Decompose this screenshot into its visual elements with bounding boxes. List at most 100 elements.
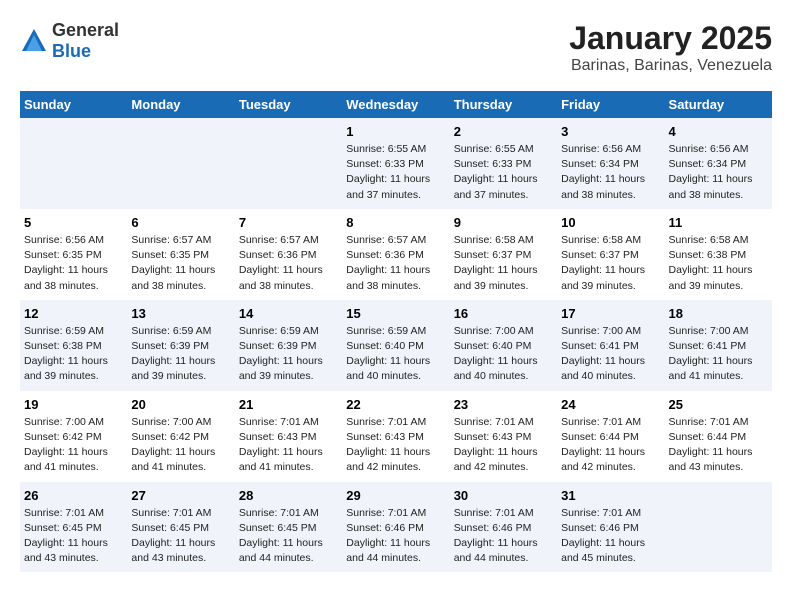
day-info: Sunrise: 7:00 AMSunset: 6:41 PMDaylight:…	[669, 324, 768, 385]
day-info: Sunrise: 6:58 AMSunset: 6:37 PMDaylight:…	[454, 233, 553, 294]
day-number: 4	[669, 124, 768, 139]
day-info: Sunrise: 7:01 AMSunset: 6:44 PMDaylight:…	[561, 415, 660, 476]
day-info: Sunrise: 6:57 AMSunset: 6:36 PMDaylight:…	[239, 233, 338, 294]
day-info: Sunrise: 6:56 AMSunset: 6:34 PMDaylight:…	[561, 142, 660, 203]
day-number: 17	[561, 306, 660, 321]
calendar-cell	[235, 118, 342, 209]
logo: General Blue	[20, 20, 119, 62]
calendar-cell: 19 Sunrise: 7:00 AMSunset: 6:42 PMDayligh…	[20, 391, 127, 482]
day-info: Sunrise: 6:59 AMSunset: 6:40 PMDaylight:…	[346, 324, 445, 385]
calendar-cell: 30 Sunrise: 7:01 AMSunset: 6:46 PMDayligh…	[450, 482, 557, 573]
calendar-cell: 1 Sunrise: 6:55 AMSunset: 6:33 PMDaylight…	[342, 118, 449, 209]
calendar-cell: 21Sunrise: 7:01 AMSunset: 6:43 PMDayligh…	[235, 391, 342, 482]
day-number: 30	[454, 488, 553, 503]
calendar-cell: 18Sunrise: 7:00 AMSunset: 6:41 PMDayligh…	[665, 300, 772, 391]
weekday-header: Tuesday	[235, 91, 342, 118]
logo-text-general: General	[52, 20, 119, 40]
calendar-cell: 10 Sunrise: 6:58 AMSunset: 6:37 PMDayligh…	[557, 209, 664, 300]
day-number: 16	[454, 306, 553, 321]
day-info: Sunrise: 7:01 AMSunset: 6:44 PMDaylight:…	[669, 415, 768, 476]
weekday-header: Wednesday	[342, 91, 449, 118]
day-number: 2	[454, 124, 553, 139]
calendar-cell: 5 Sunrise: 6:56 AMSunset: 6:35 PMDaylight…	[20, 209, 127, 300]
calendar-cell: 15 Sunrise: 6:59 AMSunset: 6:40 PMDayligh…	[342, 300, 449, 391]
day-info: Sunrise: 7:01 AMSunset: 6:46 PMDaylight:…	[454, 506, 553, 567]
day-info: Sunrise: 7:01 AMSunset: 6:43 PMDaylight:…	[346, 415, 445, 476]
day-info: Sunrise: 6:59 AMSunset: 6:39 PMDaylight:…	[239, 324, 338, 385]
day-number: 6	[131, 215, 230, 230]
day-number: 14	[239, 306, 338, 321]
weekday-header: Friday	[557, 91, 664, 118]
calendar-week-row: 26 Sunrise: 7:01 AMSunset: 6:45 PMDayligh…	[20, 482, 772, 573]
calendar-cell: 6 Sunrise: 6:57 AMSunset: 6:35 PMDaylight…	[127, 209, 234, 300]
calendar-cell: 23Sunrise: 7:01 AMSunset: 6:43 PMDayligh…	[450, 391, 557, 482]
day-number: 8	[346, 215, 445, 230]
day-number: 3	[561, 124, 660, 139]
day-info: Sunrise: 6:55 AMSunset: 6:33 PMDaylight:…	[454, 142, 553, 203]
day-number: 21	[239, 397, 338, 412]
day-info: Sunrise: 7:00 AMSunset: 6:41 PMDaylight:…	[561, 324, 660, 385]
day-number: 26	[24, 488, 123, 503]
calendar-cell: 3 Sunrise: 6:56 AMSunset: 6:34 PMDaylight…	[557, 118, 664, 209]
day-info: Sunrise: 7:01 AMSunset: 6:45 PMDaylight:…	[239, 506, 338, 567]
calendar-cell: 8 Sunrise: 6:57 AMSunset: 6:36 PMDaylight…	[342, 209, 449, 300]
day-info: Sunrise: 6:56 AMSunset: 6:35 PMDaylight:…	[24, 233, 123, 294]
calendar-cell: 26 Sunrise: 7:01 AMSunset: 6:45 PMDayligh…	[20, 482, 127, 573]
day-info: Sunrise: 6:58 AMSunset: 6:38 PMDaylight:…	[669, 233, 768, 294]
day-info: Sunrise: 6:56 AMSunset: 6:34 PMDaylight:…	[669, 142, 768, 203]
month-title: January 2025	[569, 20, 772, 57]
calendar-cell: 29 Sunrise: 7:01 AMSunset: 6:46 PMDayligh…	[342, 482, 449, 573]
day-number: 5	[24, 215, 123, 230]
day-number: 11	[669, 215, 768, 230]
day-info: Sunrise: 7:00 AMSunset: 6:42 PMDaylight:…	[24, 415, 123, 476]
day-number: 10	[561, 215, 660, 230]
logo-text-blue: Blue	[52, 41, 91, 61]
calendar-cell: 16 Sunrise: 7:00 AMSunset: 6:40 PMDayligh…	[450, 300, 557, 391]
calendar-cell: 12Sunrise: 6:59 AMSunset: 6:38 PMDayligh…	[20, 300, 127, 391]
calendar-cell: 7 Sunrise: 6:57 AMSunset: 6:36 PMDaylight…	[235, 209, 342, 300]
calendar-cell: 22Sunrise: 7:01 AMSunset: 6:43 PMDayligh…	[342, 391, 449, 482]
day-number: 29	[346, 488, 445, 503]
day-number: 1	[346, 124, 445, 139]
calendar-cell: 17 Sunrise: 7:00 AMSunset: 6:41 PMDayligh…	[557, 300, 664, 391]
weekday-header: Thursday	[450, 91, 557, 118]
calendar-cell: 24 Sunrise: 7:01 AMSunset: 6:44 PMDayligh…	[557, 391, 664, 482]
day-number: 15	[346, 306, 445, 321]
day-number: 24	[561, 397, 660, 412]
weekday-header-row: SundayMondayTuesdayWednesdayThursdayFrid…	[20, 91, 772, 118]
calendar-cell: 9 Sunrise: 6:58 AMSunset: 6:37 PMDaylight…	[450, 209, 557, 300]
calendar-cell	[665, 482, 772, 573]
calendar-cell: 2 Sunrise: 6:55 AMSunset: 6:33 PMDaylight…	[450, 118, 557, 209]
calendar-table: SundayMondayTuesdayWednesdayThursdayFrid…	[20, 91, 772, 572]
day-number: 27	[131, 488, 230, 503]
day-info: Sunrise: 6:58 AMSunset: 6:37 PMDaylight:…	[561, 233, 660, 294]
calendar-cell	[127, 118, 234, 209]
day-number: 31	[561, 488, 660, 503]
calendar-cell: 14 Sunrise: 6:59 AMSunset: 6:39 PMDayligh…	[235, 300, 342, 391]
day-info: Sunrise: 7:00 AMSunset: 6:40 PMDaylight:…	[454, 324, 553, 385]
calendar-cell: 11 Sunrise: 6:58 AMSunset: 6:38 PMDayligh…	[665, 209, 772, 300]
weekday-header: Monday	[127, 91, 234, 118]
calendar-cell: 27Sunrise: 7:01 AMSunset: 6:45 PMDayligh…	[127, 482, 234, 573]
day-number: 7	[239, 215, 338, 230]
day-info: Sunrise: 6:55 AMSunset: 6:33 PMDaylight:…	[346, 142, 445, 203]
day-number: 20	[131, 397, 230, 412]
day-info: Sunrise: 7:00 AMSunset: 6:42 PMDaylight:…	[131, 415, 230, 476]
day-number: 19	[24, 397, 123, 412]
logo-icon	[20, 27, 48, 55]
day-number: 9	[454, 215, 553, 230]
day-info: Sunrise: 6:57 AMSunset: 6:35 PMDaylight:…	[131, 233, 230, 294]
calendar-week-row: 1 Sunrise: 6:55 AMSunset: 6:33 PMDaylight…	[20, 118, 772, 209]
day-number: 25	[669, 397, 768, 412]
calendar-cell: 20 Sunrise: 7:00 AMSunset: 6:42 PMDayligh…	[127, 391, 234, 482]
day-info: Sunrise: 7:01 AMSunset: 6:45 PMDaylight:…	[24, 506, 123, 567]
day-number: 13	[131, 306, 230, 321]
day-info: Sunrise: 6:59 AMSunset: 6:38 PMDaylight:…	[24, 324, 123, 385]
day-info: Sunrise: 7:01 AMSunset: 6:46 PMDaylight:…	[346, 506, 445, 567]
calendar-week-row: 5 Sunrise: 6:56 AMSunset: 6:35 PMDaylight…	[20, 209, 772, 300]
calendar-cell: 28Sunrise: 7:01 AMSunset: 6:45 PMDayligh…	[235, 482, 342, 573]
calendar-cell: 4 Sunrise: 6:56 AMSunset: 6:34 PMDaylight…	[665, 118, 772, 209]
day-info: Sunrise: 6:57 AMSunset: 6:36 PMDaylight:…	[346, 233, 445, 294]
location: Barinas, Barinas, Venezuela	[569, 57, 772, 75]
calendar-cell	[20, 118, 127, 209]
